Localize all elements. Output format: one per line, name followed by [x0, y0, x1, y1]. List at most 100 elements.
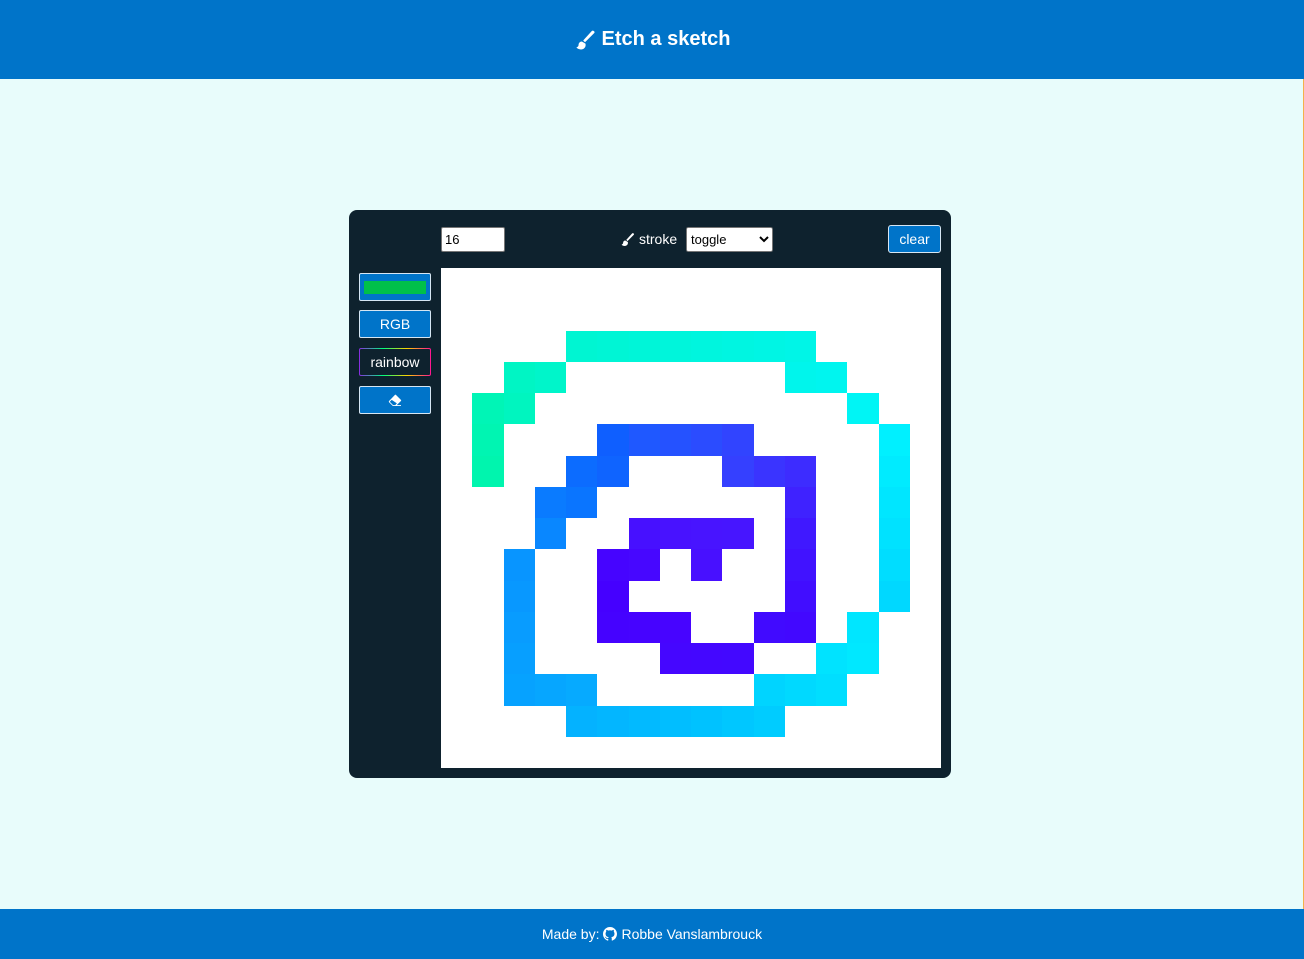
grid-cell[interactable]	[847, 674, 878, 705]
grid-cell[interactable]	[597, 611, 629, 643]
grid-cell[interactable]	[534, 518, 566, 550]
grid-cell[interactable]	[910, 331, 941, 362]
grid-cell[interactable]	[879, 612, 910, 643]
grid-cell[interactable]	[847, 518, 878, 549]
grid-cell[interactable]	[722, 393, 753, 424]
grid-cell[interactable]	[504, 518, 535, 549]
author-link[interactable]: Robbe Vanslambrouck	[621, 926, 762, 942]
grid-cell[interactable]	[629, 362, 660, 393]
grid-cell[interactable]	[878, 518, 910, 550]
grid-cell[interactable]	[566, 549, 597, 580]
grid-cell[interactable]	[879, 706, 910, 737]
grid-cell[interactable]	[597, 362, 628, 393]
grid-cell[interactable]	[691, 737, 722, 768]
grid-cell[interactable]	[535, 612, 566, 643]
grid-cell[interactable]	[566, 674, 598, 706]
grid-cell[interactable]	[847, 393, 879, 425]
grid-cell[interactable]	[910, 456, 941, 487]
grid-cell[interactable]	[441, 268, 472, 299]
grid-cell[interactable]	[441, 581, 472, 612]
grid-cell[interactable]	[660, 456, 691, 487]
grid-cell[interactable]	[691, 330, 723, 362]
grid-cell[interactable]	[597, 643, 628, 674]
grid-cell[interactable]	[504, 706, 535, 737]
grid-cell[interactable]	[597, 268, 628, 299]
grid-size-input[interactable]	[441, 227, 505, 252]
grid-cell[interactable]	[722, 518, 754, 550]
grid-cell[interactable]	[597, 549, 629, 581]
grid-cell[interactable]	[785, 424, 816, 455]
grid-cell[interactable]	[628, 705, 660, 737]
grid-cell[interactable]	[784, 674, 816, 706]
grid-cell[interactable]	[879, 674, 910, 705]
grid-cell[interactable]	[722, 487, 753, 518]
grid-cell[interactable]	[753, 674, 785, 706]
grid-cell[interactable]	[472, 706, 503, 737]
grid-cell[interactable]	[566, 518, 597, 549]
grid-cell[interactable]	[659, 705, 691, 737]
grid-cell[interactable]	[441, 612, 472, 643]
grid-cell[interactable]	[754, 393, 785, 424]
grid-cell[interactable]	[754, 487, 785, 518]
grid-cell[interactable]	[785, 737, 816, 768]
grid-cell[interactable]	[784, 455, 816, 487]
grid-cell[interactable]	[753, 611, 785, 643]
grid-cell[interactable]	[691, 362, 722, 393]
grid-cell[interactable]	[878, 549, 910, 581]
grid-cell[interactable]	[816, 299, 847, 330]
grid-cell[interactable]	[566, 455, 598, 487]
grid-cell[interactable]	[879, 299, 910, 330]
grid-cell[interactable]	[629, 268, 660, 299]
grid-cell[interactable]	[441, 643, 472, 674]
grid-cell[interactable]	[784, 361, 816, 393]
grid-cell[interactable]	[597, 424, 629, 456]
grid-cell[interactable]	[785, 643, 816, 674]
grid-cell[interactable]	[535, 424, 566, 455]
grid-cell[interactable]	[660, 581, 691, 612]
grid-cell[interactable]	[785, 393, 816, 424]
grid-cell[interactable]	[441, 456, 472, 487]
grid-cell[interactable]	[566, 330, 598, 362]
grid-cell[interactable]	[784, 518, 816, 550]
clear-button[interactable]: clear	[888, 225, 941, 253]
grid-cell[interactable]	[629, 299, 660, 330]
grid-cell[interactable]	[847, 299, 878, 330]
grid-cell[interactable]	[754, 268, 785, 299]
grid-cell[interactable]	[504, 331, 535, 362]
grid-cell[interactable]	[691, 268, 722, 299]
grid-cell[interactable]	[910, 549, 941, 580]
grid-cell[interactable]	[597, 487, 628, 518]
eraser-button[interactable]	[359, 386, 431, 414]
grid-cell[interactable]	[754, 362, 785, 393]
grid-cell[interactable]	[566, 643, 597, 674]
grid-cell[interactable]	[910, 424, 941, 455]
grid-cell[interactable]	[816, 487, 847, 518]
grid-cell[interactable]	[441, 362, 472, 393]
grid-cell[interactable]	[785, 299, 816, 330]
grid-cell[interactable]	[816, 393, 847, 424]
grid-cell[interactable]	[504, 268, 535, 299]
grid-cell[interactable]	[847, 581, 878, 612]
grid-cell[interactable]	[472, 393, 504, 425]
stroke-mode-select[interactable]: toggle	[686, 227, 773, 252]
grid-cell[interactable]	[566, 612, 597, 643]
grid-cell[interactable]	[472, 581, 503, 612]
grid-cell[interactable]	[691, 705, 723, 737]
grid-cell[interactable]	[566, 705, 598, 737]
grid-cell[interactable]	[691, 643, 723, 675]
grid-cell[interactable]	[816, 581, 847, 612]
grid-cell[interactable]	[785, 268, 816, 299]
grid-cell[interactable]	[472, 487, 503, 518]
grid-cell[interactable]	[816, 549, 847, 580]
grid-cell[interactable]	[816, 674, 848, 706]
grid-cell[interactable]	[659, 424, 691, 456]
grid-cell[interactable]	[816, 612, 847, 643]
grid-cell[interactable]	[847, 487, 878, 518]
grid-cell[interactable]	[879, 268, 910, 299]
grid-cell[interactable]	[847, 331, 878, 362]
grid-cell[interactable]	[503, 674, 535, 706]
grid-cell[interactable]	[503, 611, 535, 643]
grid-cell[interactable]	[847, 424, 878, 455]
grid-cell[interactable]	[472, 268, 503, 299]
grid-cell[interactable]	[597, 393, 628, 424]
